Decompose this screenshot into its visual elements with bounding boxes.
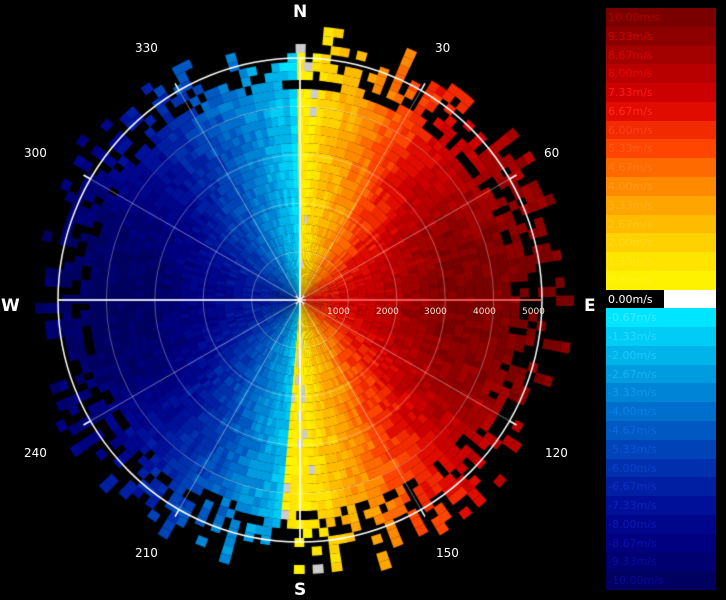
- legend-entry-label: -8.00m/s: [608, 517, 657, 531]
- legend-entry: -5.33m/s: [606, 439, 716, 460]
- legend-entry: 2.67m/s: [606, 214, 716, 234]
- angle-label-120: 120: [545, 446, 568, 460]
- legend-entry: 0.67m/s: [606, 270, 716, 291]
- legend-entry: -6.67m/s: [606, 477, 716, 497]
- legend-entry: -9.33m/s: [606, 552, 716, 572]
- legend-entry: -8.67m/s: [606, 533, 716, 553]
- range-label-2000: 2000: [376, 307, 399, 317]
- legend-entry-label: 8.67m/s: [608, 48, 653, 62]
- legend-entry: 4.00m/s: [606, 176, 716, 197]
- legend-entry-label: -0.67m/s: [608, 311, 657, 325]
- legend-entry-label: 7.33m/s: [608, 86, 653, 100]
- legend-entry: 8.00m/s: [606, 64, 716, 84]
- west-label: W: [1, 296, 20, 316]
- legend-entry-label: -4.67m/s: [608, 424, 657, 438]
- legend-entry: 6.67m/s: [606, 101, 716, 122]
- angle-label-330: 330: [135, 41, 158, 55]
- angle-label-240: 240: [24, 446, 47, 460]
- legend-entry-label: 1.33m/s: [608, 255, 653, 269]
- legend-entry-label: -1.33m/s: [608, 330, 657, 344]
- legend-entry-label: -9.33m/s: [608, 555, 657, 569]
- legend-entry-label: 0.00m/s: [608, 292, 653, 306]
- legend-entry-label: -10.00m/s: [608, 574, 664, 588]
- legend-entry-label: 4.67m/s: [608, 161, 653, 175]
- velocity-color-legend: 10.00m/s 9.33m/s 8.67m/s 8.00m/s 7.33m/s 6.67…: [606, 8, 716, 591]
- legend-entry: -4.67m/s: [606, 421, 716, 441]
- legend-entry: -10.00m/s: [606, 571, 716, 591]
- legend-entry: -8.00m/s: [606, 514, 716, 535]
- legend-entry-label: 8.00m/s: [608, 67, 653, 81]
- legend-entry-label: 0.67m/s: [608, 273, 653, 287]
- legend-entry: 10.00m/s: [606, 8, 716, 28]
- angle-label-30: 30: [435, 41, 451, 55]
- legend-entry-label: -5.33m/s: [608, 442, 657, 456]
- legend-entry: -7.33m/s: [606, 496, 716, 516]
- legend-entry: 2.00m/s: [606, 233, 716, 253]
- legend-entry-label: 4.00m/s: [608, 179, 653, 193]
- legend-entry-label: -2.00m/s: [608, 348, 657, 362]
- legend-entry: 4.67m/s: [606, 158, 716, 178]
- legend-entry-label: 6.67m/s: [608, 104, 653, 118]
- legend-entry: -3.33m/s: [606, 383, 716, 403]
- legend-entry: 0.00m/s: [606, 289, 716, 309]
- legend-entry-label: 2.67m/s: [608, 217, 653, 231]
- radar-velocity-display[interactable]: [0, 0, 600, 600]
- legend-entry: 6.00m/s: [606, 120, 716, 140]
- legend-entry: 1.33m/s: [606, 252, 716, 272]
- legend-entry: -0.67m/s: [606, 308, 716, 328]
- legend-entry: 3.33m/s: [606, 195, 716, 215]
- east-label: E: [584, 296, 596, 316]
- range-label-3000: 3000: [424, 307, 447, 317]
- legend-entry: 7.33m/s: [606, 83, 716, 103]
- legend-entry-label: 2.00m/s: [608, 236, 653, 250]
- angle-label-150: 150: [436, 546, 459, 560]
- range-label-1000: 1000: [327, 307, 350, 317]
- legend-entry-label: 10.00m/s: [608, 11, 660, 24]
- legend-entry: 8.67m/s: [606, 45, 716, 65]
- legend-entry: -4.00m/s: [606, 402, 716, 422]
- legend-entry: 5.33m/s: [606, 139, 716, 159]
- legend-entry: -2.00m/s: [606, 345, 716, 366]
- angle-label-210: 210: [135, 546, 158, 560]
- legend-entry-label: -2.67m/s: [608, 367, 657, 381]
- range-label-5000: 5000: [522, 307, 545, 317]
- legend-entry-label: 9.33m/s: [608, 29, 653, 43]
- south-label: S: [294, 580, 307, 600]
- legend-entry-label: 6.00m/s: [608, 123, 653, 137]
- angle-label-300: 300: [24, 146, 47, 160]
- legend-entry-label: 3.33m/s: [608, 198, 653, 212]
- legend-entry-label: -7.33m/s: [608, 499, 657, 513]
- legend-entry-label: -4.00m/s: [608, 405, 657, 419]
- legend-entry: 9.33m/s: [606, 26, 716, 47]
- angle-label-60: 60: [544, 146, 560, 160]
- legend-entry-label: -6.67m/s: [608, 480, 657, 494]
- legend-entry-label: -8.67m/s: [608, 536, 657, 550]
- legend-entry: -2.67m/s: [606, 364, 716, 384]
- legend-entry: -6.00m/s: [606, 458, 716, 478]
- legend-entry-label: -6.00m/s: [608, 461, 657, 475]
- legend-entry: -1.33m/s: [606, 327, 716, 347]
- range-label-4000: 4000: [473, 307, 496, 317]
- legend-entry-label: 5.33m/s: [608, 142, 653, 156]
- north-label: N: [293, 2, 308, 22]
- legend-entry-label: -3.33m/s: [608, 386, 657, 400]
